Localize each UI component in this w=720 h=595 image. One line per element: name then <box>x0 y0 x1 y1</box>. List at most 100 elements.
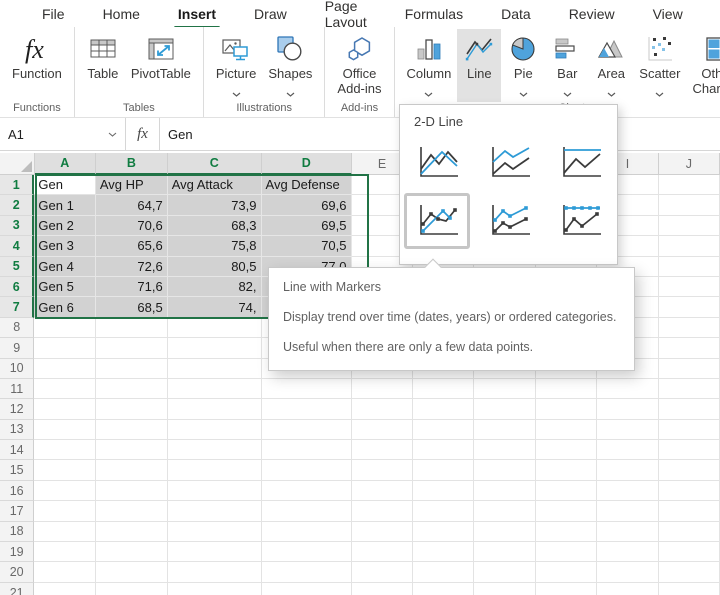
cell-H11[interactable] <box>536 379 597 399</box>
cell-D3[interactable]: 69,5 <box>262 216 352 236</box>
cell-I17[interactable] <box>597 501 658 521</box>
cell-B2[interactable]: 64,7 <box>96 195 168 215</box>
cell-J1[interactable] <box>659 175 720 195</box>
chart-type-stacked-line[interactable] <box>476 135 542 191</box>
cell-I18[interactable] <box>597 522 658 542</box>
cell-D18[interactable] <box>262 522 352 542</box>
cell-A15[interactable] <box>34 460 95 480</box>
cell-E21[interactable] <box>352 583 413 595</box>
cell-F21[interactable] <box>413 583 474 595</box>
menu-tab-formulas[interactable]: Formulas <box>403 2 465 26</box>
menu-tab-view[interactable]: View <box>651 2 685 26</box>
cell-B13[interactable] <box>96 420 168 440</box>
row-header-17[interactable]: 17 <box>0 501 34 521</box>
cell-J7[interactable] <box>659 297 720 317</box>
row-header-14[interactable]: 14 <box>0 440 34 460</box>
cell-B8[interactable] <box>96 318 168 338</box>
cell-G12[interactable] <box>474 399 535 419</box>
row-header-20[interactable]: 20 <box>0 562 34 582</box>
row-header-8[interactable]: 8 <box>0 318 34 338</box>
cell-A8[interactable] <box>34 318 95 338</box>
chart-type-100-stacked-line-with-markers[interactable] <box>547 193 613 249</box>
cell-A7[interactable]: Gen 6 <box>34 297 95 317</box>
cell-H20[interactable] <box>536 562 597 582</box>
row-header-1[interactable]: 1 <box>0 175 34 195</box>
cell-C16[interactable] <box>168 481 262 501</box>
cell-J15[interactable] <box>659 460 720 480</box>
cell-B18[interactable] <box>96 522 168 542</box>
cell-J3[interactable] <box>659 216 720 236</box>
cell-A12[interactable] <box>34 399 95 419</box>
cell-B5[interactable]: 72,6 <box>96 257 168 277</box>
cell-E17[interactable] <box>352 501 413 521</box>
cell-I20[interactable] <box>597 562 658 582</box>
cell-B16[interactable] <box>96 481 168 501</box>
cell-I14[interactable] <box>597 440 658 460</box>
cell-B10[interactable] <box>96 359 168 379</box>
cell-E19[interactable] <box>352 542 413 562</box>
chevron-down-icon[interactable] <box>108 132 117 137</box>
cell-H12[interactable] <box>536 399 597 419</box>
row-header-21[interactable]: 21 <box>0 583 34 595</box>
cell-H17[interactable] <box>536 501 597 521</box>
cell-E11[interactable] <box>352 379 413 399</box>
cell-G18[interactable] <box>474 522 535 542</box>
cell-F11[interactable] <box>413 379 474 399</box>
cell-A10[interactable] <box>34 359 95 379</box>
row-header-2[interactable]: 2 <box>0 195 34 215</box>
cell-E15[interactable] <box>352 460 413 480</box>
cell-I13[interactable] <box>597 420 658 440</box>
area-chart-button[interactable]: Area <box>589 29 633 92</box>
cell-D19[interactable] <box>262 542 352 562</box>
cell-G17[interactable] <box>474 501 535 521</box>
row-header-4[interactable]: 4 <box>0 236 34 256</box>
cell-I15[interactable] <box>597 460 658 480</box>
cell-I16[interactable] <box>597 481 658 501</box>
cell-A14[interactable] <box>34 440 95 460</box>
cell-I19[interactable] <box>597 542 658 562</box>
cell-D1[interactable]: Avg Defense <box>262 175 352 195</box>
cell-H21[interactable] <box>536 583 597 595</box>
cell-A18[interactable] <box>34 522 95 542</box>
row-header-9[interactable]: 9 <box>0 338 34 358</box>
cell-B4[interactable]: 65,6 <box>96 236 168 256</box>
cell-F12[interactable] <box>413 399 474 419</box>
menu-tab-home[interactable]: Home <box>101 2 142 26</box>
line-chart-button[interactable]: Line <box>457 29 501 92</box>
cell-E16[interactable] <box>352 481 413 501</box>
menu-tab-insert[interactable]: Insert <box>176 2 218 26</box>
cell-F16[interactable] <box>413 481 474 501</box>
cell-B14[interactable] <box>96 440 168 460</box>
cell-F15[interactable] <box>413 460 474 480</box>
cell-D13[interactable] <box>262 420 352 440</box>
insert-function-button[interactable]: fx <box>126 118 160 150</box>
cell-C3[interactable]: 68,3 <box>168 216 262 236</box>
cell-A5[interactable]: Gen 4 <box>34 257 95 277</box>
cell-F20[interactable] <box>413 562 474 582</box>
cell-J5[interactable] <box>659 257 720 277</box>
cell-J21[interactable] <box>659 583 720 595</box>
picture-button[interactable]: Picture <box>210 29 262 92</box>
cell-C9[interactable] <box>168 338 262 358</box>
cell-F18[interactable] <box>413 522 474 542</box>
cell-A6[interactable]: Gen 5 <box>34 277 95 297</box>
cell-H14[interactable] <box>536 440 597 460</box>
cell-A9[interactable] <box>34 338 95 358</box>
cell-A2[interactable]: Gen 1 <box>34 195 95 215</box>
cell-E14[interactable] <box>352 440 413 460</box>
column-header-B[interactable]: B <box>96 153 168 175</box>
pivottable-button[interactable]: PivotTable <box>125 29 197 83</box>
cell-G19[interactable] <box>474 542 535 562</box>
cell-C20[interactable] <box>168 562 262 582</box>
cell-C14[interactable] <box>168 440 262 460</box>
cell-J18[interactable] <box>659 522 720 542</box>
row-header-10[interactable]: 10 <box>0 359 34 379</box>
cell-G13[interactable] <box>474 420 535 440</box>
row-header-7[interactable]: 7 <box>0 297 34 317</box>
cell-A13[interactable] <box>34 420 95 440</box>
cell-A4[interactable]: Gen 3 <box>34 236 95 256</box>
cell-B19[interactable] <box>96 542 168 562</box>
row-header-12[interactable]: 12 <box>0 399 34 419</box>
select-all-corner[interactable] <box>0 153 35 175</box>
cell-D2[interactable]: 69,6 <box>262 195 352 215</box>
